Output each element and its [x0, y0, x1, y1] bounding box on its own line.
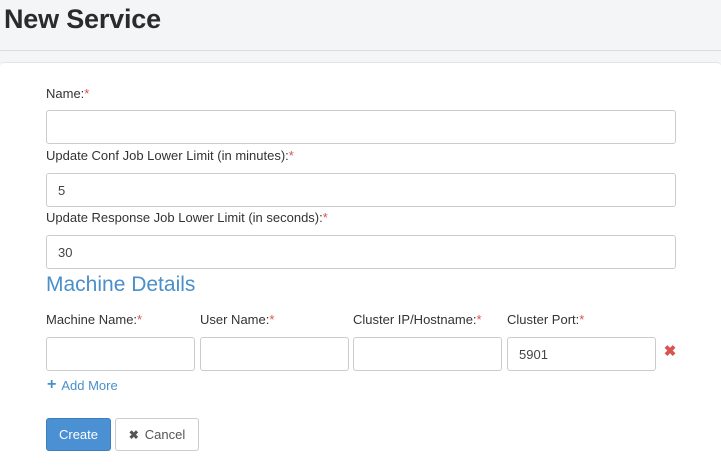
- create-button[interactable]: Create: [46, 418, 111, 451]
- required-mark: *: [137, 312, 143, 327]
- required-mark: *: [579, 312, 585, 327]
- user-name-label: User Name:*: [200, 312, 274, 327]
- name-label-text: Name:: [46, 86, 85, 101]
- page-title: New Service: [4, 4, 161, 34]
- machine-name-input[interactable]: [46, 337, 195, 371]
- cluster-port-label: Cluster Port:*: [507, 312, 584, 327]
- cancel-label: Cancel: [144, 427, 186, 442]
- conf-limit-label-text: Update Conf Job Lower Limit (in minutes)…: [46, 148, 289, 163]
- machine-details-title: Machine Details: [46, 273, 196, 296]
- cluster-ip-label-text: Cluster IP/Hostname:: [353, 312, 477, 327]
- conf-limit-label: Update Conf Job Lower Limit (in minutes)…: [46, 148, 294, 163]
- required-mark: *: [84, 86, 90, 101]
- machine-name-label-text: Machine Name:: [46, 312, 138, 327]
- required-mark: *: [269, 312, 275, 327]
- add-more-link[interactable]: + Add More: [47, 377, 118, 393]
- user-name-label-text: User Name:: [200, 312, 270, 327]
- remove-row-icon[interactable]: ✖: [663, 343, 677, 361]
- response-limit-label-text: Update Response Job Lower Limit (in seco…: [46, 210, 323, 225]
- required-mark: *: [476, 312, 482, 327]
- cluster-ip-input[interactable]: [353, 337, 502, 371]
- cluster-ip-label: Cluster IP/Hostname:*: [353, 312, 482, 327]
- required-mark: *: [288, 148, 294, 163]
- user-name-input[interactable]: [200, 337, 349, 371]
- add-more-label: Add More: [61, 377, 118, 393]
- machine-name-label: Machine Name:*: [46, 312, 142, 327]
- name-input[interactable]: [46, 110, 676, 144]
- cluster-port-label-text: Cluster Port:: [507, 312, 580, 327]
- conf-limit-input[interactable]: [46, 173, 676, 207]
- cancel-button[interactable]: ✖ Cancel: [115, 418, 199, 451]
- plus-icon: +: [47, 376, 57, 393]
- response-limit-input[interactable]: [46, 235, 676, 269]
- cluster-port-input[interactable]: [507, 337, 656, 371]
- response-limit-label: Update Response Job Lower Limit (in seco…: [46, 210, 328, 225]
- close-icon: ✖: [128, 427, 139, 442]
- name-label: Name:*: [46, 86, 89, 101]
- page-header: New Service: [0, 0, 721, 51]
- required-mark: *: [322, 210, 328, 225]
